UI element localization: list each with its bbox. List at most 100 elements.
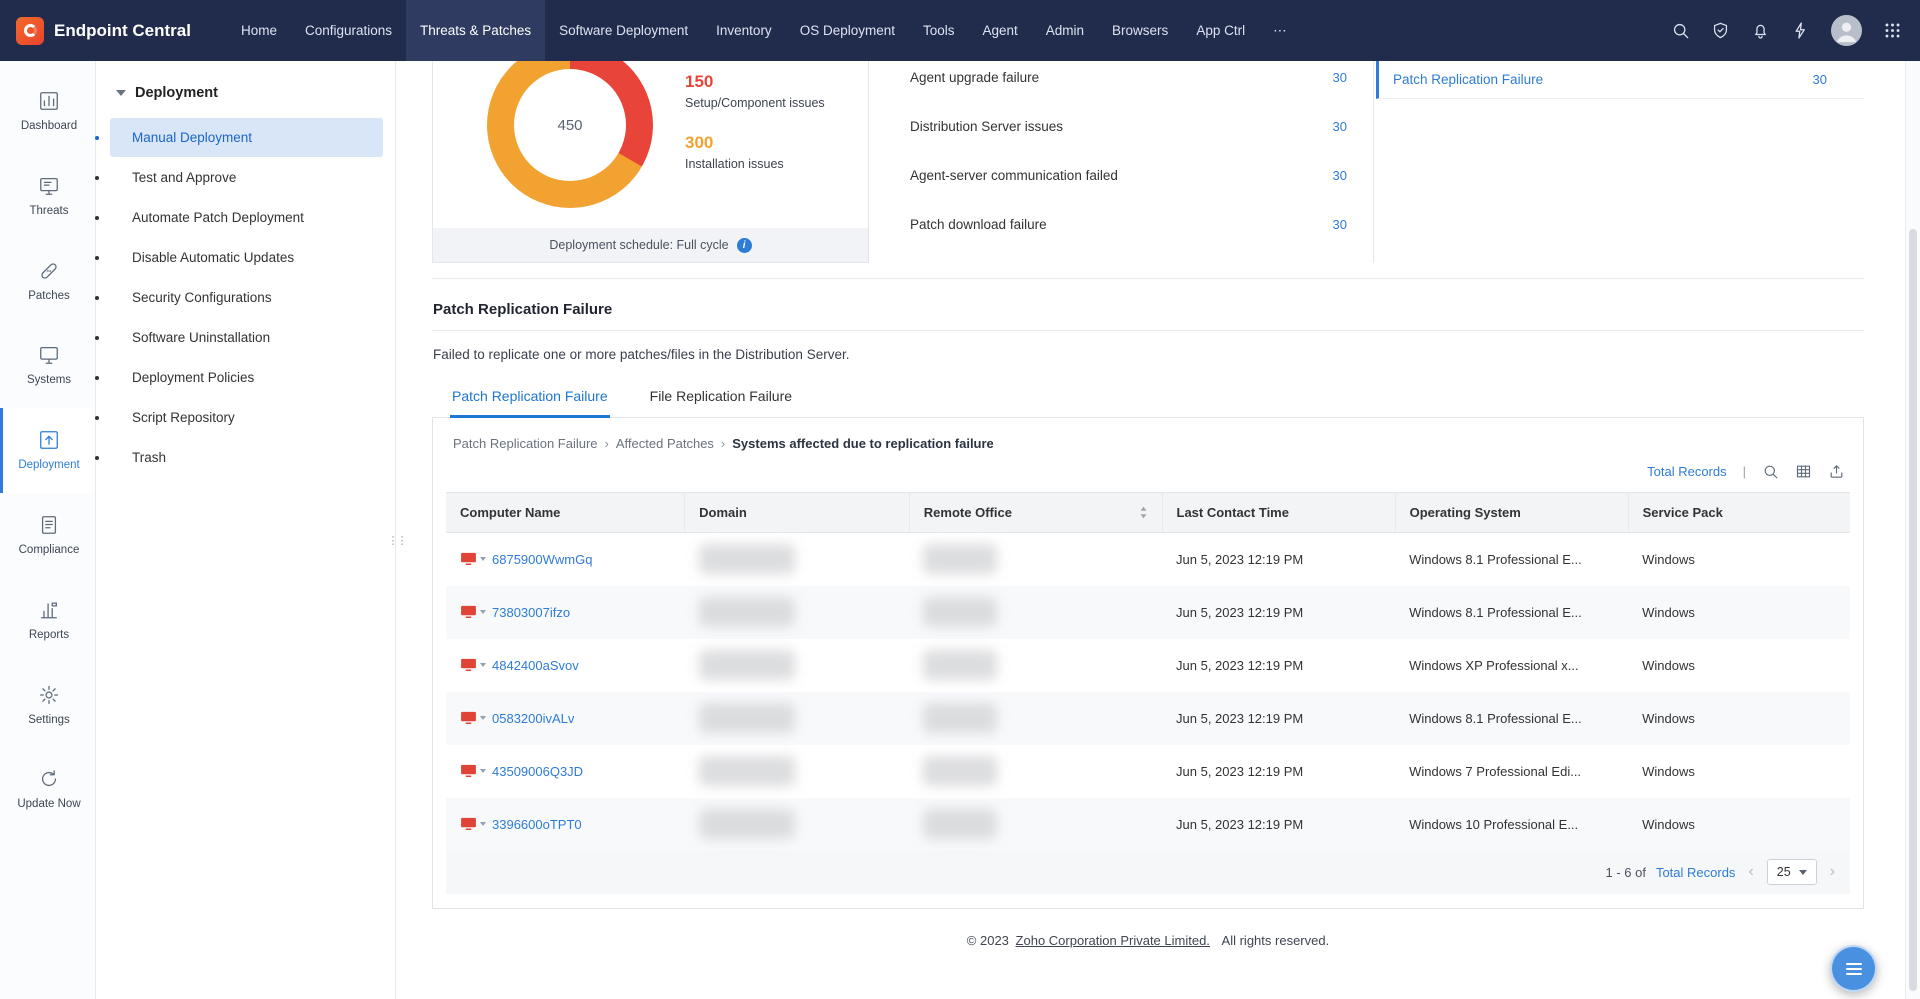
computer-icon[interactable] xyxy=(460,658,486,672)
table-row[interactable]: 3396600oTPT0 Jun 5, 2023 12:19 PM Window… xyxy=(446,798,1850,851)
breadcrumb-item-patch-replication-failure[interactable]: Patch Replication Failure xyxy=(453,436,598,451)
column-header-domain[interactable]: Domain xyxy=(685,493,910,533)
search-icon[interactable] xyxy=(1671,21,1690,40)
table-row[interactable]: 4842400aSvov Jun 5, 2023 12:19 PM Window… xyxy=(446,639,1850,692)
tab-patch-replication-failure[interactable]: Patch Replication Failure xyxy=(450,388,610,417)
legend-item-setup-component-issues[interactable]: 150 Setup/Component issues xyxy=(685,72,825,111)
nav-item-tools[interactable]: Tools xyxy=(909,0,969,61)
nav-item-browsers[interactable]: Browsers xyxy=(1098,0,1182,61)
lightning-icon[interactable] xyxy=(1791,21,1810,40)
security-shield-icon[interactable] xyxy=(1711,21,1730,40)
computer-icon[interactable] xyxy=(460,764,486,778)
rail-item-patches[interactable]: Patches xyxy=(0,239,95,324)
sidebar-section-deployment[interactable]: Deployment xyxy=(96,77,395,117)
computer-icon[interactable] xyxy=(460,552,486,566)
info-icon[interactable]: i xyxy=(737,238,752,253)
search-icon[interactable] xyxy=(1762,463,1779,480)
rail-item-label: Update Now xyxy=(17,798,80,812)
legend-item-installation-issues[interactable]: 300 Installation issues xyxy=(685,133,825,172)
menu-item-script-repository[interactable]: Script Repository xyxy=(110,398,383,437)
rail-item-label: Deployment xyxy=(18,459,79,473)
computer-name-link[interactable]: 4842400aSvov xyxy=(492,658,579,673)
column-chooser-grid-icon[interactable] xyxy=(1795,463,1812,480)
rail-item-deployment[interactable]: Deployment xyxy=(0,408,95,493)
column-header-last-contact-time[interactable]: Last Contact Time xyxy=(1162,493,1395,533)
table-row[interactable]: 6875900WwmGq Jun 5, 2023 12:19 PM Window… xyxy=(446,533,1850,586)
computer-name-link[interactable]: 3396600oTPT0 xyxy=(492,817,582,832)
sort-icon[interactable] xyxy=(1139,505,1148,520)
computer-name-link[interactable]: 0583200ivALv xyxy=(492,711,574,726)
column-header-computer-name[interactable]: Computer Name xyxy=(446,493,685,533)
nav-item-agent[interactable]: Agent xyxy=(969,0,1032,61)
sidebar-resize-grip[interactable]: ⋮⋮ xyxy=(390,522,403,558)
pagination-total-records-link[interactable]: Total Records xyxy=(1656,865,1735,880)
nav-item-label: Tools xyxy=(923,23,955,38)
user-avatar[interactable] xyxy=(1831,15,1862,46)
failure-type-agent-upgrade-failure[interactable]: Agent upgrade failure 30 xyxy=(910,65,1347,114)
failure-type-patch-download-failure[interactable]: Patch download failure 30 xyxy=(910,212,1347,261)
rail-item-dashboard[interactable]: Dashboard xyxy=(0,69,95,154)
table-row[interactable]: 0583200ivALv Jun 5, 2023 12:19 PM Window… xyxy=(446,692,1850,745)
nav-item-software-deployment[interactable]: Software Deployment xyxy=(545,0,702,61)
nav-item-home[interactable]: Home xyxy=(227,0,291,61)
nav-item-configurations[interactable]: Configurations xyxy=(291,0,406,61)
nav-item-more[interactable]: ⋯ xyxy=(1259,0,1301,61)
failure-count[interactable]: 30 xyxy=(1333,217,1347,232)
table-row[interactable]: 43509006Q3JD Jun 5, 2023 12:19 PM Window… xyxy=(446,745,1850,798)
total-records-link[interactable]: Total Records xyxy=(1647,464,1726,479)
deployment-status-donut-chart[interactable]: 450 xyxy=(487,61,653,208)
failure-count[interactable]: 30 xyxy=(1333,70,1347,85)
notifications-bell-icon[interactable] xyxy=(1751,21,1770,40)
failure-type-distribution-server-issues[interactable]: Distribution Server issues 30 xyxy=(910,114,1347,163)
menu-item-disable-automatic-updates[interactable]: Disable Automatic Updates xyxy=(110,238,383,277)
computer-icon[interactable] xyxy=(460,605,486,619)
next-page-icon[interactable]: › xyxy=(1827,863,1838,881)
nav-item-label: ⋯ xyxy=(1273,23,1287,39)
computer-name-link[interactable]: 43509006Q3JD xyxy=(492,764,583,779)
menu-item-manual-deployment[interactable]: Manual Deployment xyxy=(110,118,383,157)
menu-item-test-and-approve[interactable]: Test and Approve xyxy=(110,158,383,197)
rail-item-compliance[interactable]: Compliance xyxy=(0,493,95,578)
column-header-service-pack[interactable]: Service Pack xyxy=(1628,493,1850,533)
previous-page-icon[interactable]: ‹ xyxy=(1745,863,1756,881)
menu-item-deployment-policies[interactable]: Deployment Policies xyxy=(110,358,383,397)
rail-item-update-now[interactable]: Update Now xyxy=(0,747,95,832)
column-header-remote-office[interactable]: Remote Office xyxy=(909,493,1162,533)
tab-file-replication-failure[interactable]: File Replication Failure xyxy=(648,388,794,417)
rail-item-settings[interactable]: Settings xyxy=(0,663,95,748)
page-scrollbar[interactable] xyxy=(1905,61,1920,999)
computer-name-link[interactable]: 73803007ifzo xyxy=(492,605,570,620)
menu-item-label: Software Uninstallation xyxy=(132,330,270,345)
scrollbar-thumb[interactable] xyxy=(1909,229,1917,991)
nav-item-inventory[interactable]: Inventory xyxy=(702,0,786,61)
computer-name-link[interactable]: 6875900WwmGq xyxy=(492,552,592,567)
menu-item-automate-patch-deployment[interactable]: Automate Patch Deployment xyxy=(110,198,383,237)
nav-item-app-ctrl[interactable]: App Ctrl xyxy=(1182,0,1259,61)
table-row[interactable]: 73803007ifzo Jun 5, 2023 12:19 PM Window… xyxy=(446,586,1850,639)
failure-type-agent-server-communication-failed[interactable]: Agent-server communication failed 30 xyxy=(910,163,1347,212)
brand[interactable]: Endpoint Central xyxy=(16,0,191,61)
floating-menu-button[interactable] xyxy=(1830,945,1877,992)
page-size-select[interactable]: 25 xyxy=(1767,859,1817,885)
zoho-corporation-link[interactable]: Zoho Corporation Private Limited. xyxy=(1016,933,1210,948)
rail-item-threats[interactable]: Threats xyxy=(0,154,95,239)
menu-item-trash[interactable]: Trash xyxy=(110,438,383,477)
export-icon[interactable] xyxy=(1828,463,1845,480)
failure-type-patch-replication-failure[interactable]: Patch Replication Failure 30 xyxy=(1376,61,1864,99)
computer-icon[interactable] xyxy=(460,817,486,831)
nav-item-threats-patches[interactable]: Threats & Patches xyxy=(406,0,545,61)
computer-icon[interactable] xyxy=(460,711,486,725)
rail-item-systems[interactable]: Systems xyxy=(0,323,95,408)
failure-count[interactable]: 30 xyxy=(1333,168,1347,183)
column-header-operating-system[interactable]: Operating System xyxy=(1395,493,1628,533)
rail-item-reports[interactable]: Reports xyxy=(0,578,95,663)
menu-item-security-configurations[interactable]: Security Configurations xyxy=(110,278,383,317)
menu-item-software-uninstallation[interactable]: Software Uninstallation xyxy=(110,318,383,357)
failure-count[interactable]: 30 xyxy=(1333,119,1347,134)
failure-label: Patch Replication Failure xyxy=(1393,72,1543,87)
nav-item-os-deployment[interactable]: OS Deployment xyxy=(786,0,909,61)
nav-item-admin[interactable]: Admin xyxy=(1032,0,1098,61)
apps-grid-icon[interactable] xyxy=(1883,21,1902,40)
breadcrumb-item-affected-patches[interactable]: Affected Patches xyxy=(616,436,714,451)
failure-count[interactable]: 30 xyxy=(1813,72,1827,87)
